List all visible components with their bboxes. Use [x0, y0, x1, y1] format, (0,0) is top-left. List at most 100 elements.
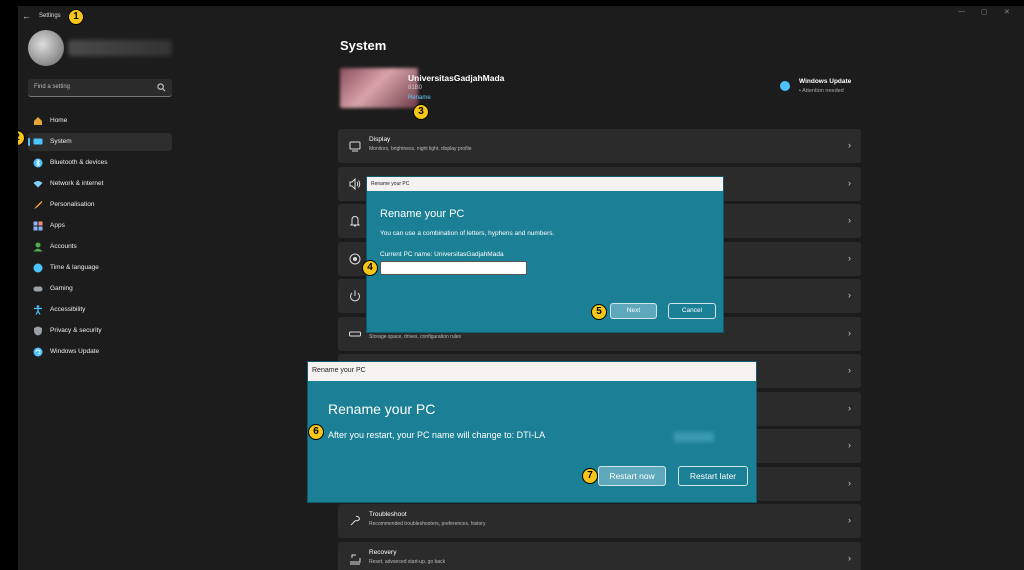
- brush-icon: [34, 201, 43, 209]
- chevron-right-icon: ›: [848, 215, 851, 225]
- chevron-right-icon: ›: [848, 140, 851, 150]
- avatar[interactable]: [28, 30, 64, 66]
- globe-icon: [33, 263, 43, 273]
- sidebar-item-bluetooth-devices[interactable]: Bluetooth & devices: [28, 154, 172, 172]
- dialog-heading: Rename your PC: [328, 401, 436, 417]
- selection-indicator: [28, 138, 30, 146]
- sidebar-item-label: Accounts: [50, 243, 77, 250]
- sidebar-item-label: Accessibility: [50, 306, 86, 313]
- sidebar-item-gaming[interactable]: Gaming: [28, 280, 172, 298]
- card-subtitle: Monitors, brightness, night light, displ…: [369, 146, 472, 152]
- restart-later-button[interactable]: Restart later: [678, 466, 748, 486]
- chevron-right-icon: ›: [848, 252, 851, 263]
- card-title: Troubleshoot: [369, 511, 407, 518]
- power-icon: [350, 290, 360, 302]
- user-name-blurred: [68, 40, 172, 56]
- chevron-right-icon: ›: [848, 290, 851, 300]
- sidebar-item-accounts[interactable]: Accounts: [28, 238, 172, 256]
- accessibility-icon: [34, 305, 42, 315]
- apps-icon: [33, 221, 43, 231]
- search-placeholder: Find a setting: [34, 84, 71, 90]
- dialog-titlebar-text: Rename your PC: [312, 367, 366, 374]
- chevron-right-icon: ›: [848, 477, 851, 488]
- card-title: Recovery: [369, 548, 397, 556]
- annotation-badge-5: 5: [591, 304, 607, 320]
- dialog-titlebar-text: Rename your PC: [371, 181, 410, 187]
- restart-message: After you restart, your PC name will cha…: [328, 430, 546, 440]
- chevron-right-icon: ›: [848, 552, 851, 563]
- accounts-icon: [33, 242, 43, 252]
- windows-update-status: • Attention needed: [799, 88, 844, 94]
- pc-model: 81B0: [408, 85, 423, 91]
- restart-dialog: Rename your PC Rename your PC After you …: [307, 361, 757, 503]
- sidebar-item-label: Personalisation: [50, 201, 95, 208]
- maximize-button[interactable]: ▢: [981, 8, 988, 16]
- sidebar-item-label: Privacy & security: [50, 327, 102, 334]
- sidebar-item-apps[interactable]: Apps: [28, 217, 172, 235]
- sidebar-item-network-internet[interactable]: Network & internet: [28, 175, 172, 193]
- card-subtitle: Recommended troubleshooters, preferences…: [369, 521, 486, 527]
- sidebar-item-privacy-security[interactable]: Privacy & security: [28, 322, 172, 340]
- wrench-icon: [350, 515, 361, 526]
- focus-icon: [349, 253, 361, 264]
- gamepad-icon: [33, 286, 43, 292]
- windows-update-icon: [780, 81, 790, 91]
- pc-image: [340, 68, 418, 108]
- card-subtitle: Storage space, drives, configuration rul…: [369, 333, 461, 340]
- display-icon: [349, 141, 361, 152]
- rename-link[interactable]: Rename: [408, 95, 431, 101]
- windows-update-title[interactable]: Windows Update: [799, 78, 851, 85]
- sidebar-item-label: Network & internet: [50, 180, 104, 187]
- chevron-right-icon: ›: [848, 402, 851, 413]
- settings-card[interactable]: Troubleshoot Recommended troubleshooters,…: [338, 504, 861, 538]
- settings-card[interactable]: Display Monitors, brightness, night light…: [338, 129, 861, 163]
- minimize-button[interactable]: —: [958, 8, 965, 15]
- sidebar-item-label: Windows Update: [50, 348, 100, 355]
- notifications-icon: [349, 215, 361, 227]
- search-icon: [157, 83, 166, 92]
- restart-now-button[interactable]: Restart now: [598, 466, 666, 486]
- bluetooth-icon: [33, 158, 43, 168]
- page-title: System: [340, 38, 387, 53]
- new-pc-name-input[interactable]: [380, 261, 527, 275]
- sound-icon: [349, 177, 361, 190]
- sidebar-item-accessibility[interactable]: Accessibility: [28, 301, 172, 319]
- back-arrow-icon[interactable]: ←: [22, 11, 31, 21]
- chevron-right-icon: ›: [848, 177, 851, 188]
- wifi-icon: [33, 181, 43, 188]
- rename-dialog: Rename your PC Rename your PC You can us…: [366, 176, 724, 333]
- app-title: Settings: [39, 13, 61, 19]
- sidebar-item-windows-update[interactable]: Windows Update: [28, 343, 172, 361]
- dialog-titlebar: Rename your PC: [367, 177, 723, 191]
- dialog-description: You can use a combination of letters, hy…: [380, 230, 555, 237]
- sidebar-item-personalisation[interactable]: Personalisation: [28, 196, 172, 214]
- redacted-name: [674, 432, 714, 442]
- sidebar-item-system[interactable]: System: [28, 133, 172, 151]
- sidebar-item-label: Home: [50, 117, 68, 124]
- sidebar-item-label: Apps: [50, 222, 65, 229]
- system-icon: [33, 138, 43, 145]
- recovery-icon: [350, 554, 361, 564]
- sidebar-item-label: Bluetooth & devices: [50, 159, 108, 166]
- dialog-titlebar: Rename your PC: [308, 362, 756, 381]
- shield-icon: [34, 326, 42, 336]
- sidebar-item-label: Time & language: [50, 264, 99, 271]
- sidebar-item-time-language[interactable]: Time & language: [28, 259, 172, 277]
- sidebar-item-label: Gaming: [50, 285, 73, 292]
- storage-icon: [349, 331, 361, 336]
- chevron-right-icon: ›: [848, 515, 851, 525]
- current-pc-name: Current PC name: UniversitasGadjahMada: [380, 251, 504, 258]
- chevron-right-icon: ›: [848, 440, 851, 450]
- chevron-right-icon: ›: [848, 327, 851, 338]
- search-input[interactable]: Find a setting: [28, 79, 172, 97]
- home-icon: [34, 117, 42, 125]
- annotation-badge-3: 3: [413, 104, 429, 120]
- next-button[interactable]: Next: [610, 303, 657, 319]
- close-button[interactable]: ✕: [1004, 8, 1010, 16]
- settings-window: ← Settings — ▢ ✕ Find a setting Home Syst…: [18, 6, 1024, 570]
- settings-card[interactable]: Recovery Reset, advanced start-up, go bac…: [338, 541, 861, 570]
- sidebar-item-home[interactable]: Home: [28, 112, 172, 130]
- annotation-badge-7: 7: [582, 468, 598, 484]
- annotation-badge-1: 1: [68, 9, 84, 25]
- cancel-button[interactable]: Cancel: [668, 303, 716, 319]
